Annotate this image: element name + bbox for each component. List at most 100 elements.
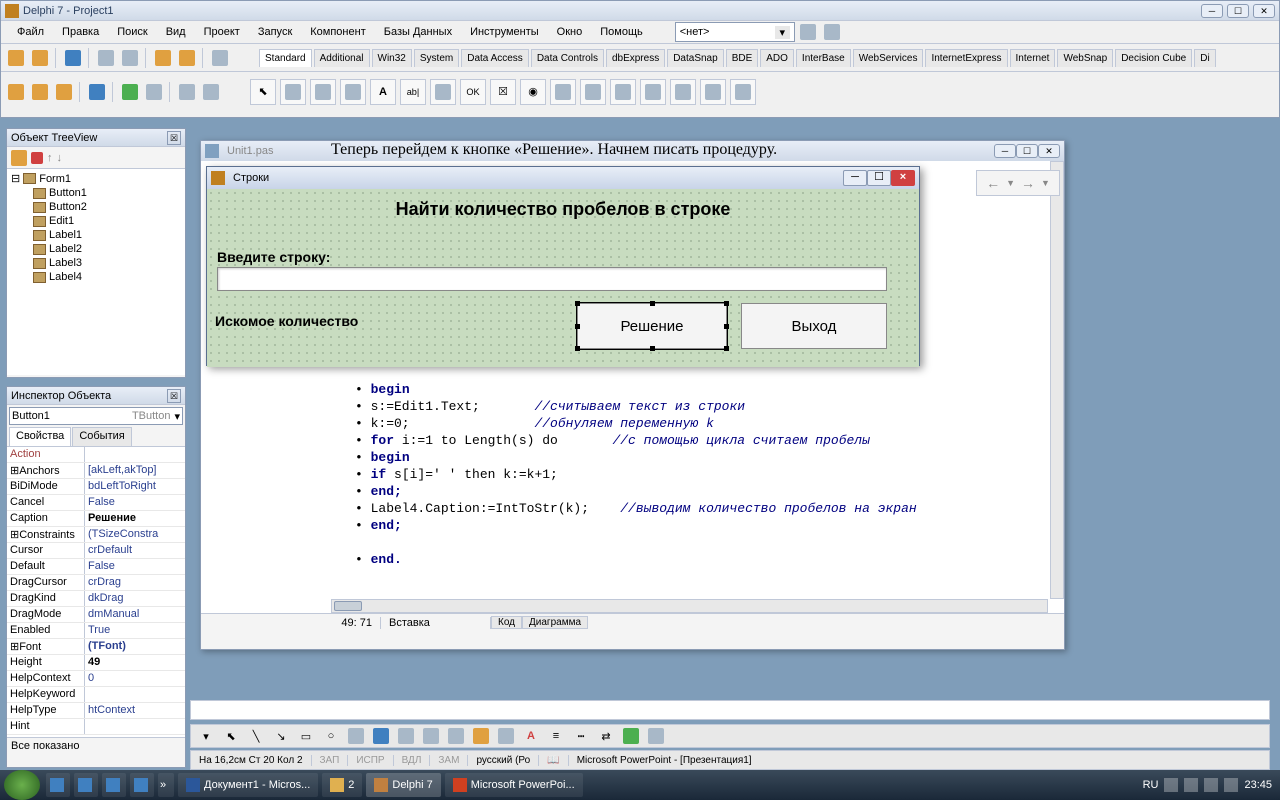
volume-icon[interactable] bbox=[1224, 778, 1238, 792]
ide-titlebar[interactable]: Delphi 7 - Project1 ─ ☐ ✕ bbox=[1, 1, 1279, 21]
tree-node[interactable]: Label4 bbox=[9, 270, 183, 284]
exit-button[interactable]: Выход bbox=[741, 303, 887, 349]
palette-tab[interactable]: WebServices bbox=[853, 49, 924, 67]
quicklaunch-ie[interactable] bbox=[46, 773, 70, 797]
palette-tab[interactable]: Internet bbox=[1010, 49, 1056, 67]
property-row[interactable]: CursorcrDefault bbox=[7, 543, 185, 559]
mainmenu-component[interactable] bbox=[310, 79, 336, 105]
scrollbar-component[interactable] bbox=[610, 79, 636, 105]
menu-file[interactable]: Файл bbox=[9, 24, 52, 40]
textbox-tool[interactable] bbox=[345, 725, 367, 747]
diagram-tool[interactable] bbox=[395, 725, 417, 747]
property-row[interactable]: ⊞Anchors[akLeft,akTop] bbox=[7, 463, 185, 479]
clock[interactable]: 23:45 bbox=[1244, 779, 1272, 791]
listbox-component[interactable] bbox=[550, 79, 576, 105]
property-row[interactable]: CaptionРешение bbox=[7, 511, 185, 527]
palette-tab[interactable]: Win32 bbox=[372, 49, 412, 67]
property-row[interactable]: ⊞Font(TFont) bbox=[7, 639, 185, 655]
treeview-title[interactable]: Объект TreeView ☒ bbox=[7, 129, 185, 147]
tree-node-form[interactable]: ⊟Form1 bbox=[9, 171, 183, 186]
menu-edit[interactable]: Правка bbox=[54, 24, 107, 40]
palette-tab[interactable]: DataSnap bbox=[667, 49, 723, 67]
property-row[interactable]: Hint bbox=[7, 719, 185, 735]
fontcolor-tool[interactable]: A bbox=[520, 725, 542, 747]
result-label[interactable]: Искомое количество bbox=[215, 313, 358, 329]
tab-code[interactable]: Код bbox=[491, 616, 522, 629]
maximize-button[interactable]: ☐ bbox=[1016, 144, 1038, 158]
save-button[interactable] bbox=[62, 47, 84, 69]
edit-component[interactable]: ab| bbox=[400, 79, 426, 105]
arrowstyle-tool[interactable]: ⇄ bbox=[595, 725, 617, 747]
property-row[interactable]: EnabledTrue bbox=[7, 623, 185, 639]
cursor-tool[interactable]: ⬉ bbox=[250, 79, 276, 105]
arrow-tool[interactable]: ↘ bbox=[270, 725, 292, 747]
tab-diagram[interactable]: Диаграмма bbox=[522, 616, 588, 629]
tool-button[interactable] bbox=[53, 81, 75, 103]
property-row[interactable]: Action bbox=[7, 447, 185, 463]
tree-node[interactable]: Edit1 bbox=[9, 214, 183, 228]
property-row[interactable]: DragModedmManual bbox=[7, 607, 185, 623]
minimize-button[interactable]: ─ bbox=[843, 170, 867, 186]
tree-body[interactable]: ⊟Form1 Button1 Button2 Edit1 Label1 Labe… bbox=[7, 169, 185, 375]
palette-tab[interactable]: ADO bbox=[760, 49, 794, 67]
property-row[interactable]: Height49 bbox=[7, 655, 185, 671]
delete-icon[interactable] bbox=[31, 152, 43, 164]
quicklaunch-app[interactable] bbox=[102, 773, 126, 797]
vertical-scrollbar[interactable] bbox=[1050, 161, 1064, 599]
form-heading-label[interactable]: Найти количество пробелов в строке bbox=[213, 199, 913, 220]
tool-button[interactable] bbox=[5, 81, 27, 103]
close-button[interactable]: ✕ bbox=[1253, 4, 1275, 18]
maximize-button[interactable]: ☐ bbox=[867, 170, 891, 186]
button-component[interactable]: OK bbox=[460, 79, 486, 105]
input-prompt-label[interactable]: Введите строку: bbox=[217, 249, 330, 265]
taskbar-item[interactable]: 2 bbox=[322, 773, 362, 797]
clipart-tool[interactable] bbox=[420, 725, 442, 747]
taskbar-item[interactable]: Microsoft PowerPoi... bbox=[445, 773, 583, 797]
frame-component[interactable] bbox=[280, 79, 306, 105]
actionlist-component[interactable] bbox=[730, 79, 756, 105]
quicklaunch-more[interactable]: » bbox=[158, 773, 174, 797]
tool-button[interactable] bbox=[95, 47, 117, 69]
menu-tools[interactable]: Инструменты bbox=[462, 24, 547, 40]
menu-project[interactable]: Проект bbox=[196, 24, 248, 40]
radiobutton-component[interactable]: ◉ bbox=[520, 79, 546, 105]
taskbar-item[interactable]: Документ1 - Micros... bbox=[178, 773, 318, 797]
palette-tab[interactable]: Di bbox=[1194, 49, 1215, 67]
close-button[interactable]: ✕ bbox=[1038, 144, 1060, 158]
picture-tool[interactable] bbox=[445, 725, 467, 747]
tool-button[interactable] bbox=[200, 81, 222, 103]
maximize-button[interactable]: ☐ bbox=[1227, 4, 1249, 18]
palette-tab[interactable]: BDE bbox=[726, 49, 759, 67]
tray-icon[interactable] bbox=[1164, 778, 1178, 792]
rect-tool[interactable]: ▭ bbox=[295, 725, 317, 747]
menu-run[interactable]: Запуск bbox=[250, 24, 300, 40]
quicklaunch-desktop[interactable] bbox=[74, 773, 98, 797]
code-text-area[interactable]: • begin• s:=Edit1.Text; //считываем текс… bbox=[331, 381, 1048, 597]
palette-tab[interactable]: dbExpress bbox=[606, 49, 665, 67]
memo-component[interactable] bbox=[430, 79, 456, 105]
close-icon[interactable]: ☒ bbox=[167, 389, 181, 403]
popupmenu-component[interactable] bbox=[340, 79, 366, 105]
palette-tab[interactable]: Decision Cube bbox=[1115, 49, 1192, 67]
menu-help[interactable]: Помощь bbox=[592, 24, 651, 40]
quicklaunch-app[interactable] bbox=[130, 773, 154, 797]
tree-node[interactable]: Button1 bbox=[9, 186, 183, 200]
status-language[interactable]: русский (Ро bbox=[468, 755, 539, 766]
pause-button[interactable] bbox=[143, 81, 165, 103]
form-designer-window[interactable]: Строки ─ ☐ × Найти количество пробелов в… bbox=[206, 166, 920, 366]
oval-tool[interactable]: ○ bbox=[320, 725, 342, 747]
checkbox-component[interactable]: ☒ bbox=[490, 79, 516, 105]
property-row[interactable]: DefaultFalse bbox=[7, 559, 185, 575]
palette-tab[interactable]: InterBase bbox=[796, 49, 851, 67]
menu-view[interactable]: Вид bbox=[158, 24, 194, 40]
menu-component[interactable]: Компонент bbox=[302, 24, 373, 40]
tab-events[interactable]: События bbox=[72, 427, 131, 446]
shadow-tool[interactable] bbox=[620, 725, 642, 747]
minimize-button[interactable]: ─ bbox=[994, 144, 1016, 158]
nav-forward-icon[interactable]: → bbox=[1021, 175, 1035, 191]
fillcolor-tool[interactable] bbox=[470, 725, 492, 747]
component-combo[interactable]: <нет> ▾ bbox=[675, 22, 795, 42]
menu-database[interactable]: Базы Данных bbox=[376, 24, 460, 40]
run-button[interactable] bbox=[119, 81, 141, 103]
tree-node[interactable]: Label1 bbox=[9, 228, 183, 242]
